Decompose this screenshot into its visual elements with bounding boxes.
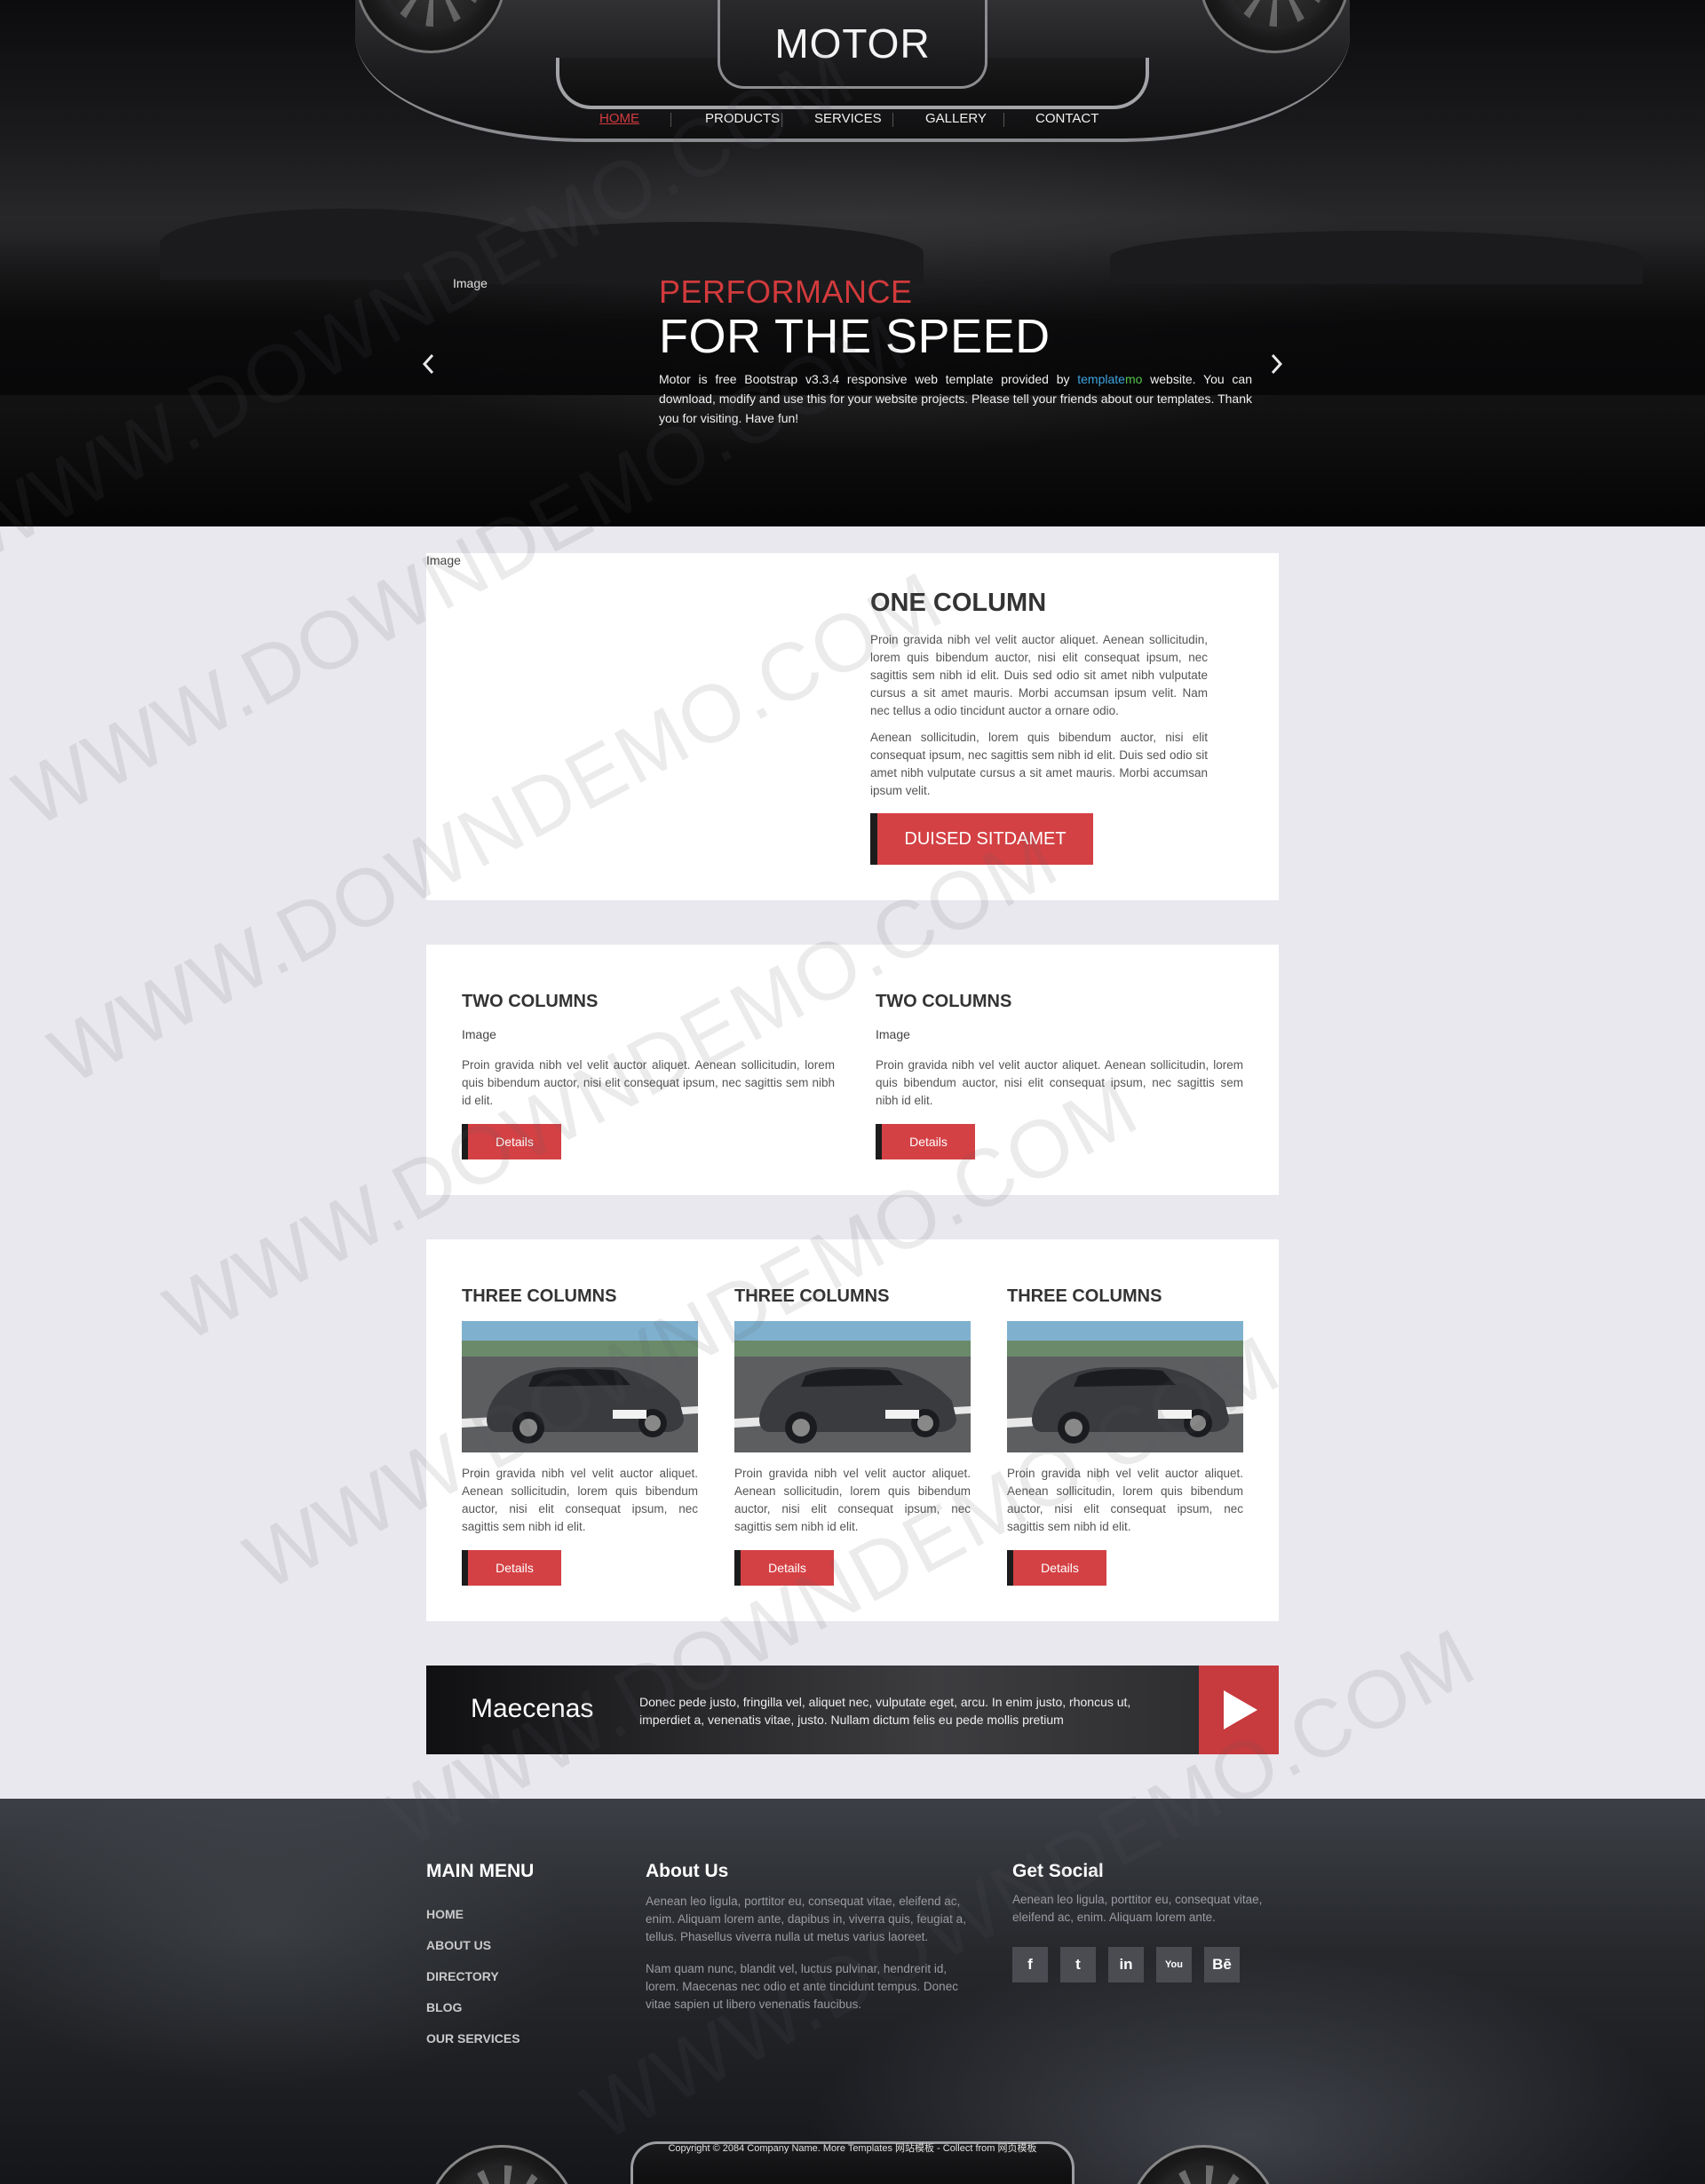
- logo[interactable]: MOTOR: [718, 20, 987, 67]
- nav-separator: [892, 113, 893, 127]
- two-columns-image-alt-1: Image: [462, 1027, 496, 1041]
- footer-social-text: Aenean leo ligula, porttitor eu, consequ…: [1012, 1893, 1263, 1924]
- car-image: [734, 1321, 971, 1452]
- details-button[interactable]: Details: [876, 1124, 975, 1159]
- three-columns-text-2: Proin gravida nibh vel velit auctor aliq…: [734, 1467, 971, 1533]
- two-columns-title-1: TWO COLUMNS: [462, 992, 599, 1011]
- hero-image-placeholder: Image: [453, 276, 488, 290]
- hero-description: Motor is free Bootstrap v3.3.4 responsiv…: [659, 369, 1252, 428]
- car-image: [1007, 1321, 1243, 1452]
- footer-main-menu-title: MAIN MENU: [426, 1861, 535, 1881]
- two-columns-card: TWO COLUMNS Image Proin gravida nibh vel…: [426, 945, 1279, 1195]
- footer-menu-directory[interactable]: DIRECTORY: [426, 1969, 499, 1983]
- three-columns-card: THREE COLUMNS Proin gravida nibh vel vel…: [426, 1239, 1279, 1621]
- two-columns-image-alt-2: Image: [876, 1027, 910, 1041]
- chevron-left-icon[interactable]: [418, 351, 440, 377]
- footer-about-title: About Us: [646, 1861, 729, 1881]
- behance-icon[interactable]: Bē: [1204, 1947, 1240, 1982]
- footer-menu-our-services[interactable]: OUR SERVICES: [426, 2031, 520, 2046]
- three-columns-title-2: THREE COLUMNS: [734, 1286, 890, 1306]
- hero-section: MOTOR HOME PRODUCTS SERVICES GALLERY CON…: [0, 0, 1705, 526]
- templatemo-link-part1[interactable]: template: [1077, 372, 1125, 386]
- nav-separator: [670, 113, 671, 127]
- three-columns-text-3: Proin gravida nibh vel velit auctor aliq…: [1007, 1467, 1243, 1533]
- nav-item-services[interactable]: SERVICES: [814, 111, 882, 126]
- one-column-card: Image ONE COLUMN Proin gravida nibh vel …: [426, 553, 1279, 900]
- copyright-text: Copyright © 2084 Company Name. More Temp…: [668, 2143, 1037, 2154]
- twitter-icon[interactable]: t: [1060, 1947, 1096, 1982]
- main-nav: HOME PRODUCTS SERVICES GALLERY CONTACT: [586, 111, 1119, 131]
- linkedin-icon[interactable]: in: [1108, 1947, 1144, 1982]
- three-columns-title-3: THREE COLUMNS: [1007, 1286, 1162, 1306]
- three-columns-title-1: THREE COLUMNS: [462, 1286, 617, 1306]
- nav-item-products[interactable]: PRODUCTS: [705, 111, 780, 126]
- promo-banner: Maecenas Donec pede justo, fringilla vel…: [426, 1666, 1279, 1754]
- duised-sitdamet-button[interactable]: DUISED SITDAMET: [870, 813, 1093, 865]
- mountain-silhouette: [1110, 231, 1643, 284]
- details-button[interactable]: Details: [462, 1124, 561, 1159]
- hero-image-alt: Image: [453, 276, 488, 290]
- two-columns-title-2: TWO COLUMNS: [876, 992, 1012, 1011]
- footer-menu-home[interactable]: HOME: [426, 1907, 464, 1921]
- hero-subtitle: PERFORMANCE: [659, 273, 913, 310]
- facebook-icon[interactable]: f: [1012, 1947, 1048, 1982]
- banner-title: Maecenas: [471, 1694, 594, 1723]
- footer-social-title: Get Social: [1012, 1861, 1104, 1881]
- chevron-right-icon[interactable]: [1265, 351, 1287, 377]
- one-column-title: ONE COLUMN: [870, 589, 1047, 617]
- footer-menu-blog[interactable]: BLOG: [426, 2000, 462, 2014]
- hero-title: FOR THE SPEED: [659, 310, 1051, 363]
- footer-menu-about-us[interactable]: ABOUT US: [426, 1938, 491, 1952]
- nav-item-home[interactable]: HOME: [599, 111, 639, 126]
- one-column-image-alt: Image: [426, 553, 461, 567]
- youtube-icon[interactable]: You: [1156, 1947, 1192, 1982]
- one-column-paragraph-1: Proin gravida nibh vel velit auctor aliq…: [870, 633, 1208, 717]
- nav-separator: [1003, 113, 1004, 127]
- play-icon[interactable]: [1199, 1666, 1279, 1754]
- two-columns-text-2: Proin gravida nibh vel velit auctor aliq…: [876, 1058, 1243, 1107]
- hero-text-start: Motor is free Bootstrap v3.3.4 responsiv…: [659, 372, 1078, 386]
- footer-about-text-1: Aenean leo ligula, porttitor eu, consequ…: [646, 1895, 966, 1943]
- banner-text: Donec pede justo, fringilla vel, aliquet…: [639, 1695, 1131, 1727]
- templatemo-link-part2[interactable]: mo: [1125, 372, 1142, 386]
- two-columns-text-1: Proin gravida nibh vel velit auctor aliq…: [462, 1058, 835, 1107]
- details-button[interactable]: Details: [1007, 1550, 1106, 1586]
- three-columns-text-1: Proin gravida nibh vel velit auctor aliq…: [462, 1467, 698, 1533]
- nav-item-contact[interactable]: CONTACT: [1035, 111, 1098, 126]
- nav-item-gallery[interactable]: GALLERY: [925, 111, 987, 126]
- one-column-paragraph-2: Aenean sollicitudin, lorem quis bibendum…: [870, 731, 1208, 797]
- details-button[interactable]: Details: [734, 1550, 834, 1586]
- footer: MAIN MENU HOME ABOUT US DIRECTORY BLOG O…: [0, 1799, 1705, 2184]
- details-button[interactable]: Details: [462, 1550, 561, 1586]
- nav-separator: [781, 113, 782, 127]
- footer-about-text-2: Nam quam nunc, blandit vel, luctus pulvi…: [646, 1962, 958, 2011]
- car-image: [462, 1321, 698, 1452]
